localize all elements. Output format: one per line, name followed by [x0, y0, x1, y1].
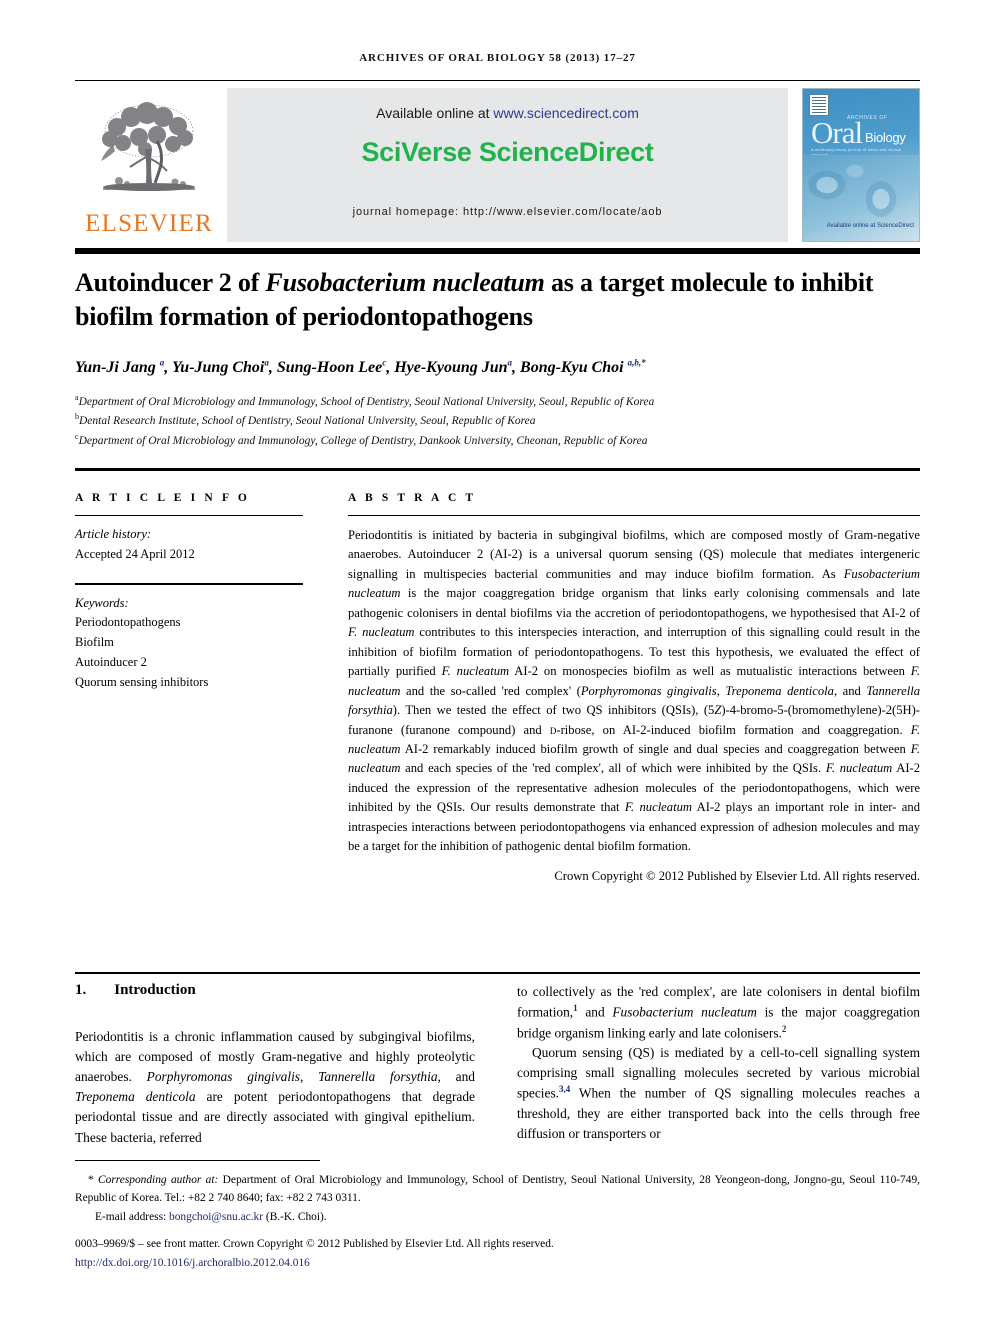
title-top-rule: [75, 248, 920, 254]
title-species-name: Fusobacterium nucleatum: [265, 268, 545, 297]
abstract-stereo-z: Z: [714, 703, 722, 718]
front-matter-line: 0003–9969/$ – see front matter. Crown Co…: [75, 1238, 554, 1251]
abstract-species-fn-short: F. nucleatum: [825, 761, 893, 776]
cover-elsevier-mark-icon: [809, 94, 829, 116]
article-history-label: Article history:: [75, 527, 152, 541]
corresponding-author-note: * Corresponding author at: Department of…: [75, 1174, 920, 1204]
email-suffix: (B.-K. Choi).: [263, 1211, 327, 1224]
keyword-item: Biofilm: [75, 635, 114, 649]
body-column-right: to collectively as the 'red complex', ar…: [517, 982, 920, 1144]
sciverse-sciencedirect-logo: SciVerse ScienceDirect: [361, 137, 654, 167]
article-history-value: Accepted 24 April 2012: [75, 546, 195, 561]
author-4: Hye-Kyoung Juna: [394, 358, 513, 377]
affiliation-text-b: Dental Research Institute, School of Den…: [79, 415, 536, 428]
keyword-item: Quorum sensing inhibitors: [75, 674, 209, 689]
abstract-species-pg: Porphyromonas gingivalis: [580, 683, 717, 698]
affiliation-item: cDepartment of Oral Microbiology and Imm…: [75, 431, 920, 450]
running-head: ARCHIVES OF ORAL BIOLOGY 58 (2013) 17–27: [359, 52, 636, 64]
citation-ref-3-4[interactable]: 3,4: [559, 1084, 570, 1094]
affiliation-text-c: Department of Oral Microbiology and Immu…: [78, 434, 648, 447]
affiliation-text-a: Department of Oral Microbiology and Immu…: [78, 395, 655, 408]
sciencedirect-banner: Available online at www.sciencedirect.co…: [227, 88, 788, 242]
body-column-left: 1. Introduction Periodontitis is a chron…: [75, 982, 475, 1148]
title-part-one: Autoinducer 2 of: [75, 268, 266, 297]
footnote-divider-rule: [75, 1160, 320, 1161]
cover-biology-label: Biology: [865, 130, 906, 145]
intro-species-fn: Fusobacterium nucleatum: [612, 1004, 757, 1020]
email-address-link[interactable]: bongchoi@snu.ac.kr: [169, 1211, 263, 1223]
corresponding-author-label: Corresponding author at:: [98, 1174, 219, 1186]
abstract-section-top-rule: [75, 468, 920, 471]
author-5: Bong-Kyu Choi a,b,*: [520, 358, 646, 377]
intro-species-tf: Tannerella forsythia: [318, 1069, 438, 1085]
email-label: E-mail address:: [95, 1211, 170, 1224]
page-footer: * Corresponding author at: Department of…: [75, 1172, 920, 1272]
page-title: Autoinducer 2 of Fusobacterium nucleatum…: [75, 266, 920, 334]
article-history-block: Article history: Accepted 24 April 2012: [75, 525, 303, 565]
sciencedirect-url[interactable]: www.sciencedirect.com: [493, 105, 639, 121]
intro-species-td: Treponema denticola: [75, 1089, 196, 1105]
abstract-species-fn: Fusobacterium nucleatum: [348, 566, 920, 601]
abstract-d-ribose-prefix: d: [549, 722, 557, 737]
author-3-affiliation-mark: c: [382, 358, 387, 368]
keywords-label: Keywords:: [75, 595, 129, 610]
introduction-title: Introduction: [114, 982, 196, 998]
keyword-item: Periodontopathogens: [75, 615, 181, 630]
header-divider-rule: [75, 80, 920, 81]
available-online-prefix: Available online at: [376, 105, 494, 121]
article-info-section: A R T I C L E I N F O Article history: A…: [75, 492, 303, 692]
intro-species-pg: Porphyromonas gingivalis: [146, 1069, 301, 1085]
keywords-divider-rule: [75, 582, 303, 585]
introduction-paragraph-left: Periodontitis is a chronic inflammation …: [75, 1029, 475, 1145]
author-1: Yun-Ji Jang a: [75, 358, 165, 377]
author-2: Yu-Jung Choia: [172, 358, 269, 377]
journal-homepage-line[interactable]: journal homepage: http://www.elsevier.co…: [227, 206, 788, 218]
citation-ref-2[interactable]: 2: [782, 1024, 787, 1034]
introduction-paragraph-right-1: to collectively as the 'red complex', ar…: [517, 984, 921, 1041]
abstract-copyright-line: Crown Copyright © 2012 Published by Else…: [554, 868, 920, 883]
cover-oral-label: Oral: [811, 115, 863, 150]
abstract-species-fn-short: F. nucleatum: [348, 722, 920, 756]
cover-sciencedirect-label: Available online at ScienceDirect: [826, 223, 914, 230]
article-info-heading-rule: [75, 515, 303, 516]
keywords-block: Keywords: Periodontopathogens Biofilm Au…: [75, 594, 303, 693]
available-online-line: Available online at www.sciencedirect.co…: [227, 105, 788, 121]
author-3: Sung-Hoon Leec: [276, 358, 387, 377]
keyword-item: Autoinducer 2: [75, 654, 147, 669]
article-info-heading: A R T I C L E I N F O: [75, 492, 250, 504]
elsevier-wordmark: ELSEVIER: [85, 210, 213, 237]
author-list: Yun-Ji Jang a, Yu-Jung Choia, Sung-Hoon …: [75, 358, 646, 377]
introduction-number: 1.: [75, 982, 87, 998]
introduction-heading: 1. Introduction: [75, 982, 475, 999]
abstract-heading-rule: [348, 515, 920, 516]
masthead: ELSEVIER Available online at www.science…: [75, 88, 920, 242]
abstract-heading: A B S T R A C T: [348, 492, 477, 504]
author-5-affiliation-mark: a,b,*: [627, 358, 646, 368]
citation-ref-1[interactable]: 1: [573, 1003, 578, 1013]
abstract-section: A B S T R A C T Periodontitis is initiat…: [348, 492, 920, 884]
abstract-species-td: Treponema denticola: [725, 683, 834, 698]
abstract-species-fn-short: F. nucleatum: [441, 664, 510, 679]
introduction-paragraph-right-2: Quorum sensing (QS) is mediated by a cel…: [517, 1045, 920, 1142]
abstract-species-fn-short: F. nucleatum: [624, 800, 692, 815]
elsevier-tree-icon: [101, 102, 195, 191]
journal-article-first-page: ARCHIVES OF ORAL BIOLOGY 58 (2013) 17–27: [0, 0, 992, 1323]
abstract-body: Periodontitis is initiated by bacteria i…: [348, 528, 921, 854]
author-4-affiliation-mark: a: [507, 358, 513, 368]
doi-link[interactable]: http://dx.doi.org/10.1016/j.archoralbio.…: [75, 1255, 920, 1273]
affiliation-list: aDepartment of Oral Microbiology and Imm…: [75, 392, 920, 450]
elsevier-logo: ELSEVIER: [75, 88, 223, 242]
author-2-affiliation-mark: a: [264, 358, 269, 368]
affiliation-item: aDepartment of Oral Microbiology and Imm…: [75, 392, 920, 411]
affiliation-item: bDental Research Institute, School of De…: [75, 411, 920, 430]
body-section-top-rule: [75, 972, 920, 974]
author-1-affiliation-mark: a: [159, 358, 165, 368]
journal-cover-thumbnail: ARCHIVES OF Oral Biology A multidiscipli…: [802, 88, 920, 242]
email-note: E-mail address: bongchoi@snu.ac.kr (B.-K…: [75, 1209, 920, 1227]
abstract-species-fn-short: F. nucleatum: [348, 625, 415, 640]
